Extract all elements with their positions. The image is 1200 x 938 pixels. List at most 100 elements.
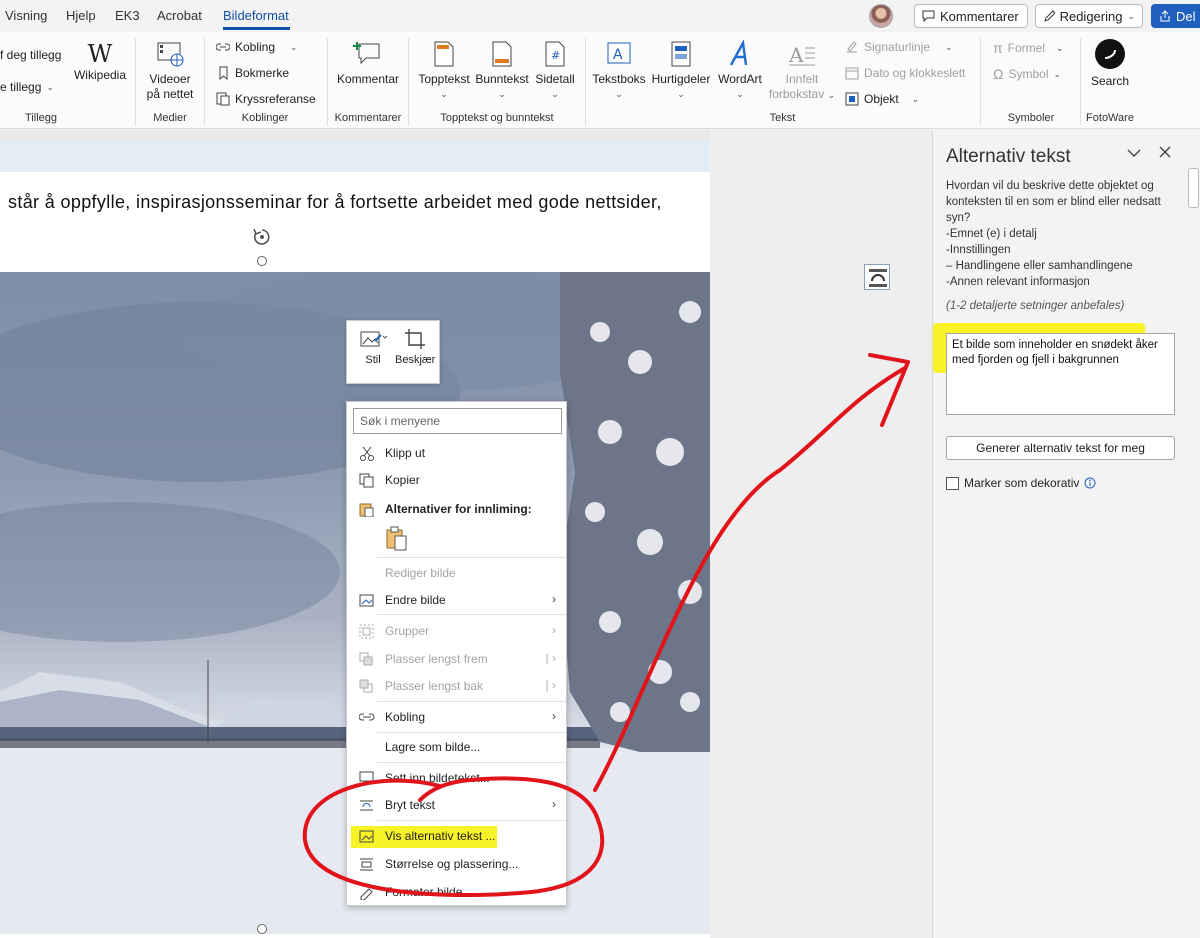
textbox-label: Tekstboks [592, 72, 646, 86]
cross-reference-button[interactable]: Kryssreferanse [216, 92, 316, 106]
style-button[interactable]: Stil [353, 327, 393, 379]
caption-icon [359, 771, 374, 785]
menu-item-group[interactable]: Grupper › [347, 618, 566, 644]
menu-item-paste-options: Alternativer for innliming: [347, 496, 566, 522]
bookmark-button[interactable]: Bokmerke [216, 66, 289, 80]
footer-button[interactable]: Bunntekst ⌄ [474, 40, 530, 102]
tab-visning[interactable]: Visning [5, 8, 47, 23]
get-addins-button[interactable]: f deg tillegg [0, 48, 61, 62]
pane-scrollbar[interactable] [1187, 130, 1200, 938]
group-label-media: Medier [153, 112, 187, 124]
online-videos-button[interactable]: Videoer på nettet [140, 40, 200, 102]
menu-item-insert-caption[interactable]: Sett inn bildetekst... [347, 765, 566, 791]
fotoware-search-button[interactable]: Search [1084, 38, 1136, 89]
rotate-handle-icon[interactable] [251, 226, 273, 248]
chevron-down-icon: ⌄ [551, 89, 559, 99]
dropcap-label-2: forbokstav [768, 87, 825, 101]
menu-item-save-as-picture[interactable]: Lagre som bilde... [347, 734, 566, 760]
chevron-down-icon: ⌄ [945, 41, 953, 52]
object-button[interactable]: Objekt ⌄ [845, 92, 919, 106]
chevron-down-icon: ⌄ [290, 41, 298, 52]
paste-keep-source-icon[interactable] [385, 526, 409, 552]
context-menu: Søk i menyene Klipp ut Kopier Alternativ… [346, 401, 567, 906]
tab-acrobat[interactable]: Acrobat [157, 8, 202, 23]
symbol-button[interactable]: Ω Symbol ⌄ [993, 66, 1061, 82]
pane-scrollbar-thumb[interactable] [1188, 168, 1199, 208]
chevron-right-icon: › [552, 592, 556, 606]
group-icon [359, 624, 374, 639]
comments-button[interactable]: Kommentarer [914, 4, 1028, 28]
omega-icon: Ω [993, 66, 1004, 82]
group-label-comments: Kommentarer [334, 112, 402, 124]
menu-item-edit-picture[interactable]: Rediger bilde [347, 560, 566, 586]
quick-parts-button[interactable]: Hurtigdeler ⌄ [650, 40, 712, 102]
generate-alt-text-label: Generer alternativ tekst for meg [976, 441, 1145, 455]
bookmark-icon [219, 66, 228, 80]
user-avatar[interactable] [869, 4, 893, 28]
pi-icon: π [993, 40, 1003, 56]
dropcap-label-1: Innfelt [785, 72, 819, 86]
online-videos-label-1: Videoer [149, 72, 191, 86]
tab-ek3[interactable]: EK3 [115, 8, 140, 23]
copy-icon [359, 473, 374, 488]
chevron-down-icon: ⌄ [498, 89, 506, 99]
resize-handle-bottom[interactable] [257, 924, 267, 934]
alt-text-bullet: -Annen relevant informasjon [946, 276, 1090, 288]
info-icon[interactable] [1084, 477, 1096, 489]
date-time-button[interactable]: Dato og klokkeslett [845, 66, 965, 80]
chevron-right-icon: | › [545, 678, 556, 692]
wordart-button[interactable]: WordArt ⌄ [714, 39, 766, 102]
close-icon[interactable] [1159, 146, 1171, 158]
tab-bildeformat[interactable]: Bildeformat [223, 8, 289, 23]
menu-item-send-backward[interactable]: Plasser lengst bak | › [347, 673, 566, 699]
menu-item-cut[interactable]: Klipp ut [347, 440, 566, 466]
share-button[interactable]: Del [1151, 4, 1200, 28]
equation-button[interactable]: π Formel ⌄ [993, 40, 1064, 56]
menu-item-format-picture[interactable]: Formater bilde... [347, 879, 566, 905]
menu-item-bring-forward[interactable]: Plasser lengst frem | › [347, 646, 566, 672]
menu-item-wrap-text[interactable]: Bryt tekst › [347, 792, 566, 818]
document-margin-area [710, 130, 932, 938]
pencil-icon [1044, 9, 1055, 22]
wikipedia-label: Wikipedia [73, 68, 127, 82]
crop-button[interactable]: Beskjær [395, 327, 435, 379]
tab-hjelp[interactable]: Hjelp [66, 8, 96, 23]
date-time-label: Dato og klokkeslett [864, 66, 966, 80]
header-button[interactable]: Topptekst ⌄ [416, 40, 472, 102]
wikipedia-icon: W [87, 40, 113, 68]
dropcap-button[interactable]: A Innfelt forbokstav ⌄ [766, 40, 838, 103]
menu-item-size-position[interactable]: Størrelse og plassering... [347, 851, 566, 877]
menu-item-copy[interactable]: Kopier [347, 467, 566, 493]
chevron-down-icon: ⌄ [827, 90, 836, 100]
link-button[interactable]: Kobling ⌄ [216, 40, 298, 54]
menu-search-input[interactable]: Søk i menyene [353, 408, 562, 434]
document-body-text[interactable]: står å oppfylle, inspirasjonsseminar for… [8, 192, 662, 213]
menu-separator [377, 820, 566, 821]
chevron-down-icon[interactable] [1127, 148, 1141, 158]
textbox-button[interactable]: A Tekstboks ⌄ [590, 40, 648, 102]
alt-text-input[interactable]: Et bilde som inneholder en snødekt åker … [946, 333, 1175, 415]
generate-alt-text-button[interactable]: Generer alternativ tekst for meg [946, 436, 1175, 460]
mark-decorative-checkbox[interactable] [946, 476, 959, 490]
alt-text-bullet: -Emnet (e) i detalj [946, 228, 1037, 240]
comments-button-label: Kommentarer [940, 8, 1019, 24]
share-icon [1160, 10, 1170, 22]
menu-item-change-picture[interactable]: Endre bilde › [347, 587, 566, 613]
svg-text:A: A [788, 43, 804, 67]
menu-item-link-label: Kobling [385, 710, 426, 724]
group-separator [327, 38, 328, 126]
new-comment-button[interactable]: Kommentar [332, 40, 404, 87]
resize-handle-top[interactable] [257, 256, 267, 266]
my-addins-button[interactable]: e tillegg ⌄ [0, 80, 54, 94]
signature-line-button[interactable]: Signaturlinje ⌄ [845, 40, 953, 54]
chevron-right-icon: › [552, 797, 556, 811]
page-number-button[interactable]: # Sidetall ⌄ [532, 40, 578, 102]
wikipedia-button[interactable]: W Wikipedia [70, 40, 130, 83]
chevron-right-icon: › [552, 623, 556, 637]
chevron-down-icon: ⌄ [1053, 68, 1062, 79]
layout-options-icon[interactable] [864, 264, 890, 290]
menu-item-link[interactable]: Kobling › [347, 704, 566, 730]
editing-mode-button[interactable]: Redigering ⌄ [1035, 4, 1143, 28]
chevron-down-icon: ⌄ [1127, 10, 1135, 21]
menu-item-view-alt-text[interactable]: Vis alternativ tekst ... [347, 823, 566, 849]
